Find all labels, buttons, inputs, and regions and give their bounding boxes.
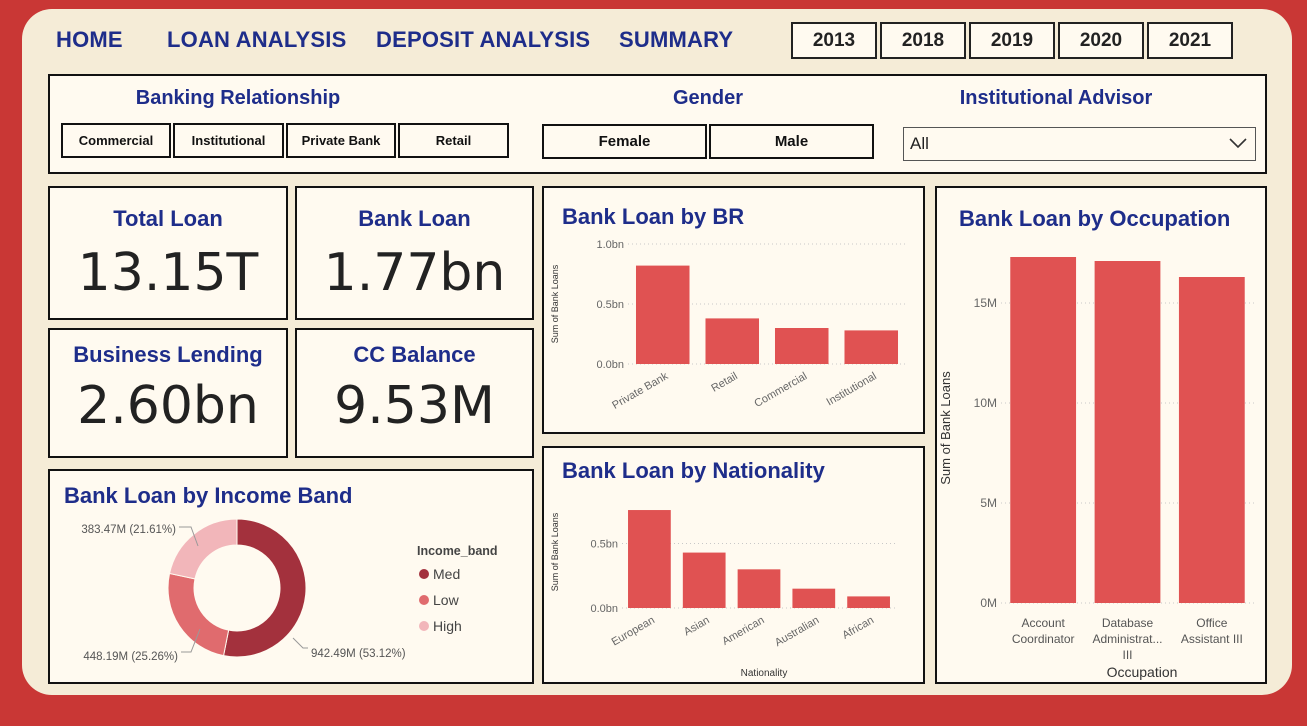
x-tick-label: European: [610, 614, 657, 648]
kpi-card-total-loan: Total Loan 13.15T: [48, 186, 288, 320]
kpi-label: Business Lending: [73, 342, 263, 367]
year-button-2021[interactable]: 2021: [1147, 22, 1233, 59]
bar: [1010, 257, 1077, 603]
kpi-value: 1.77bn: [323, 243, 506, 303]
kpi-label: CC Balance: [353, 342, 476, 367]
dropdown-value: All: [910, 134, 929, 153]
bar: [628, 510, 671, 608]
kpi-value: 9.53M: [334, 376, 495, 436]
legend-item: Med: [433, 566, 460, 582]
bank-loan-by-income-band-chart: 942.49M (53.12%) 448.19M (25.26%) 383.47M …: [81, 518, 498, 663]
x-tick-label: Institutional: [825, 370, 879, 408]
kpi-label: Total Loan: [113, 206, 223, 231]
chevron-down-icon: [1229, 138, 1247, 149]
kpi-card-bank-loan: Bank Loan 1.77bn: [295, 186, 534, 320]
x-tick-label: Asian: [682, 614, 712, 638]
y-axis-label: Sum of Bank Loans: [938, 371, 953, 485]
pie-data-label: 383.47M (21.61%): [81, 524, 176, 536]
bar: [844, 330, 899, 364]
nav-loan-analysis[interactable]: LOAN ANALYSIS: [167, 27, 346, 53]
bar: [1094, 261, 1161, 603]
x-tick-label: Australian: [773, 614, 821, 649]
year-button-2018[interactable]: 2018: [880, 22, 966, 59]
pie-data-label: 942.49M (53.12%): [311, 648, 406, 660]
nav-home[interactable]: HOME: [56, 27, 123, 53]
x-tick-label: Administrat...: [1092, 632, 1162, 646]
kpi-value: 2.60bn: [77, 376, 259, 436]
bar: [737, 569, 781, 608]
year-button-2013[interactable]: 2013: [791, 22, 877, 59]
legend-marker: [419, 621, 429, 631]
chart-panel-occupation: Bank Loan by Occupation 0M 5M 10M 15M Accoun…: [935, 186, 1267, 684]
kpi-label: Bank Loan: [358, 206, 471, 231]
kpi-card-cc-balance: CC Balance 9.53M: [295, 328, 534, 458]
legend-item: Low: [433, 592, 460, 608]
y-tick-label: 0M: [980, 596, 997, 610]
x-tick-label: American: [720, 614, 766, 648]
x-tick-label: African: [840, 614, 876, 642]
bank-loan-by-occupation-chart: 0M 5M 10M 15M Account Coordinator Database Admi…: [938, 257, 1254, 680]
chart-panel-br: Bank Loan by BR 0.0bn 0.5bn 1.0bn Private B…: [542, 186, 925, 434]
institutional-advisor-dropdown[interactable]: All: [903, 127, 1256, 161]
x-tick-label: Private Bank: [610, 370, 670, 412]
y-tick-label: 0.5bn: [596, 299, 624, 311]
y-tick-label: 1.0bn: [596, 239, 624, 251]
x-tick-label: Retail: [709, 370, 739, 394]
x-tick-label: Office: [1196, 616, 1227, 630]
x-tick-label: III: [1122, 648, 1132, 662]
bar: [682, 552, 726, 608]
gender-option-male[interactable]: Male: [709, 124, 874, 159]
kpi-value: 13.15T: [77, 243, 259, 303]
bank-loan-by-nationality-chart: 0.0bn 0.5bn European Asian American Australia…: [550, 510, 896, 679]
pie-slice: [168, 518, 238, 580]
chart-panel-income-band: Bank Loan by Income Band 942.49M (53.12%…: [48, 469, 534, 684]
y-axis-label: Sum of Bank Loans: [550, 512, 560, 591]
y-tick-label: 10M: [974, 396, 997, 410]
x-tick-label: Assistant III: [1181, 632, 1243, 646]
gender-title: Gender: [672, 87, 744, 109]
y-tick-label: 0.0bn: [596, 359, 624, 371]
y-tick-label: 0.0bn: [590, 603, 618, 615]
x-tick-label: Database: [1102, 616, 1154, 630]
y-axis-label: Sum of Bank Loans: [550, 264, 560, 343]
bank-loan-by-br-chart: 0.0bn 0.5bn 1.0bn Private Bank Retail Commerc…: [550, 239, 906, 412]
nav-deposit-analysis[interactable]: DEPOSIT ANALYSIS: [376, 27, 590, 53]
legend-marker: [419, 595, 429, 605]
institutional-advisor-title: Institutional Advisor: [959, 87, 1153, 109]
br-option-institutional[interactable]: Institutional: [173, 123, 284, 158]
bar: [1178, 277, 1245, 603]
bar: [774, 328, 829, 364]
year-button-2020[interactable]: 2020: [1058, 22, 1144, 59]
br-option-private-bank[interactable]: Private Bank: [286, 123, 396, 158]
leader-line: [292, 637, 308, 649]
pie-slice: [167, 572, 230, 657]
gender-option-female[interactable]: Female: [542, 124, 707, 159]
br-option-retail[interactable]: Retail: [398, 123, 509, 158]
br-option-commercial[interactable]: Commercial: [61, 123, 171, 158]
bar: [635, 265, 690, 364]
x-tick-label: Coordinator: [1012, 632, 1075, 646]
banking-relationship-title: Banking Relationship: [135, 87, 341, 109]
bar: [705, 318, 760, 364]
nav-summary[interactable]: SUMMARY: [619, 27, 733, 53]
x-tick-label: Account: [1021, 616, 1065, 630]
year-button-2019[interactable]: 2019: [969, 22, 1055, 59]
kpi-card-business-lending: Business Lending 2.60bn: [48, 328, 288, 458]
y-tick-label: 15M: [974, 296, 997, 310]
bar: [847, 596, 890, 608]
x-tick-label: Commercial: [752, 370, 809, 410]
legend-marker: [419, 569, 429, 579]
y-tick-label: 0.5bn: [590, 539, 618, 551]
x-axis-label: Nationality: [741, 668, 788, 679]
legend-item: High: [433, 618, 462, 634]
chart-panel-nationality: Bank Loan by Nationality 0.0bn 0.5bn Europ…: [542, 446, 925, 684]
pie-data-label: 448.19M (25.26%): [83, 651, 178, 663]
x-axis-label: Occupation: [1107, 664, 1178, 680]
y-tick-label: 5M: [980, 496, 997, 510]
bar: [792, 588, 836, 608]
legend-title: Income_band: [417, 544, 498, 558]
